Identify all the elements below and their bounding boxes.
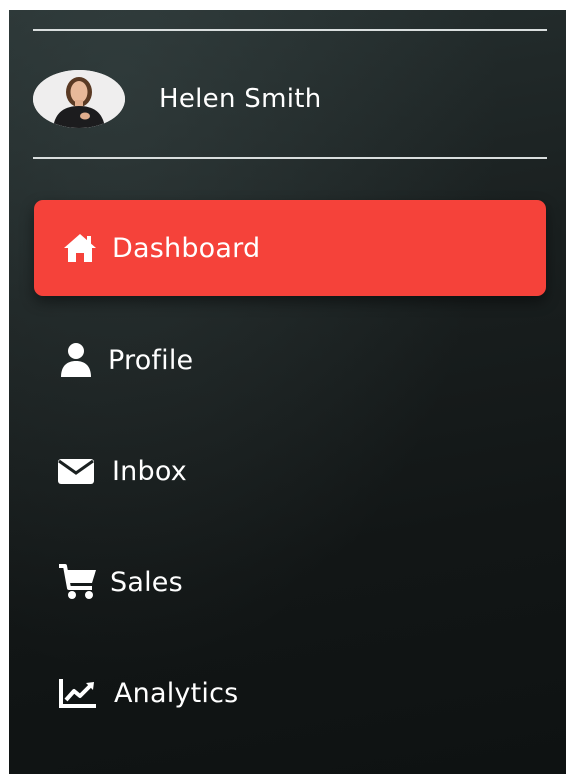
user-icon (56, 340, 96, 380)
user-name: Helen Smith (159, 84, 322, 114)
nav-item-analytics[interactable]: Analytics (34, 645, 546, 741)
divider-bottom (33, 157, 547, 159)
divider-top (33, 29, 547, 31)
nav-item-sales[interactable]: Sales (34, 534, 546, 630)
nav-label-sales: Sales (110, 566, 183, 598)
avatar[interactable] (33, 70, 125, 128)
nav-label-profile: Profile (108, 344, 194, 376)
cart-icon (58, 562, 98, 602)
home-icon (60, 228, 100, 268)
envelope-icon (56, 451, 96, 491)
nav-label-inbox: Inbox (112, 455, 187, 487)
chart-line-icon (58, 673, 98, 713)
nav-label-analytics: Analytics (114, 677, 239, 709)
nav-item-dashboard[interactable]: Dashboard (34, 200, 546, 296)
nav-item-profile[interactable]: Profile (34, 312, 546, 408)
user-profile[interactable]: Helen Smith (33, 70, 322, 128)
nav-item-inbox[interactable]: Inbox (34, 423, 546, 519)
nav-label-dashboard: Dashboard (112, 232, 261, 264)
sidebar: Helen Smith Dashboard Profile Inbox Sale… (9, 10, 566, 774)
avatar-photo-icon (33, 70, 125, 128)
